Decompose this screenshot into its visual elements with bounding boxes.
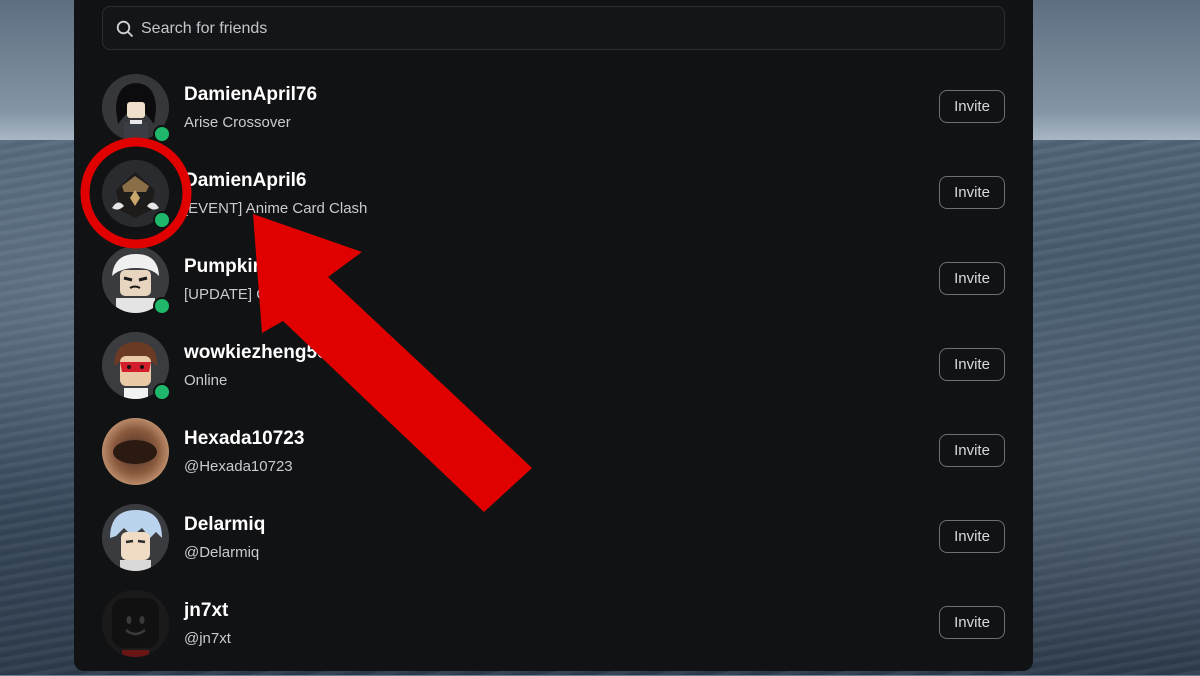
friend-status: Online: [184, 372, 228, 389]
friend-status: [EVENT] Anime Card Clash: [184, 200, 368, 217]
invite-button[interactable]: Invite: [939, 520, 1005, 553]
invite-button[interactable]: Invite: [939, 176, 1005, 209]
friend-row: Pumpkin [UPDATE] Gra Invite: [102, 246, 1005, 332]
friend-name[interactable]: DamienApril76: [184, 84, 317, 106]
online-status-dot: [153, 211, 171, 229]
invite-button[interactable]: Invite: [939, 434, 1005, 467]
friend-status: @jn7xt: [184, 630, 231, 647]
invite-button[interactable]: Invite: [939, 348, 1005, 381]
avatar[interactable]: [102, 504, 169, 571]
friend-name[interactable]: DamienApril6: [184, 170, 306, 192]
friend-status: [UPDATE] Gra: [184, 286, 282, 303]
friend-name[interactable]: jn7xt: [184, 600, 228, 622]
invite-button[interactable]: Invite: [939, 606, 1005, 639]
friend-row: Delarmiq @Delarmiq Invite: [102, 504, 1005, 590]
friend-name[interactable]: Hexada10723: [184, 428, 304, 450]
search-icon: [116, 20, 133, 37]
friend-name[interactable]: Pumpkin: [184, 256, 264, 278]
friend-status: Arise Crossover: [184, 114, 291, 131]
friend-row: DamienApril6 [EVENT] Anime Card Clash In…: [102, 160, 1005, 246]
friend-name[interactable]: Delarmiq: [184, 514, 265, 536]
online-status-dot: [153, 297, 171, 315]
search-bar[interactable]: [102, 6, 1005, 51]
search-input[interactable]: [139, 7, 963, 51]
online-status-dot: [153, 383, 171, 401]
avatar[interactable]: [102, 418, 169, 485]
friend-status: @Hexada10723: [184, 458, 293, 475]
invite-button[interactable]: Invite: [939, 262, 1005, 295]
friend-row: jn7xt @jn7xt Invite: [102, 590, 1005, 676]
invite-button[interactable]: Invite: [939, 90, 1005, 123]
friend-row: Hexada10723 @Hexada10723 Invite: [102, 418, 1005, 504]
online-status-dot: [153, 125, 171, 143]
avatar[interactable]: [102, 590, 169, 657]
friend-name[interactable]: wowkiezheng56: [184, 342, 328, 364]
friend-row: DamienApril76 Arise Crossover Invite: [102, 74, 1005, 160]
friend-status: @Delarmiq: [184, 544, 260, 561]
friend-row: wowkiezheng56 Online Invite: [102, 332, 1005, 418]
friends-panel: DamienApril76 Arise Crossover Invite Dam…: [74, 0, 1033, 671]
